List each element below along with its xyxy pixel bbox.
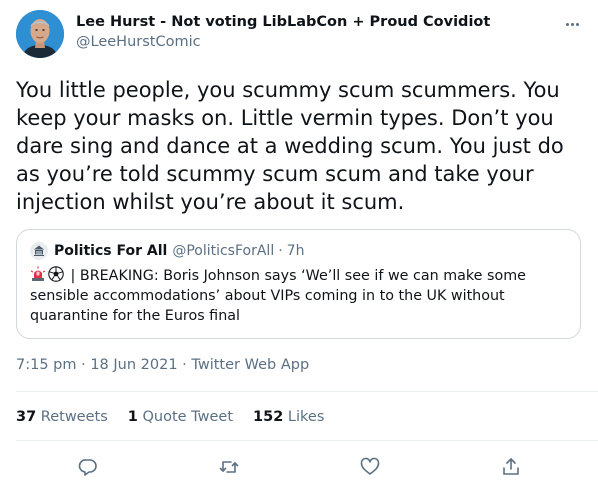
author-handle[interactable]: @LeeHurstComic	[76, 34, 490, 50]
avatar[interactable]	[16, 10, 64, 58]
quote-tweets-count: 1	[127, 409, 138, 425]
police-light-icon	[30, 266, 46, 281]
quoted-tweet-header: Politics For All @PoliticsForAll · 7h	[30, 242, 304, 260]
tweet-time-link[interactable]: 7:15 pm	[16, 357, 77, 373]
divider	[16, 440, 598, 441]
meta-separator: ·	[81, 357, 86, 373]
retweets-count: 37	[16, 409, 37, 425]
quote-tweets-stat[interactable]: 1 Quote Tweet	[128, 409, 233, 425]
retweet-icon[interactable]	[216, 454, 242, 480]
quote-tweets-label: Quote Tweet	[142, 409, 234, 425]
quoted-author-name: Politics For All	[54, 243, 168, 259]
author-photo	[16, 10, 64, 58]
quoted-tweet-body: | BREAKING: Boris Johnson says ‘We’ll se…	[30, 268, 526, 324]
retweets-stat[interactable]: 37 Retweets	[16, 409, 108, 425]
author-name[interactable]: Lee Hurst - Not voting LibLabCon + Proud…	[76, 14, 490, 30]
more-options-icon[interactable]	[562, 14, 582, 34]
author-info: Lee Hurst - Not voting LibLabCon + Proud…	[76, 14, 490, 50]
likes-count: 152	[253, 409, 284, 425]
quoted-timestamp: 7h	[286, 243, 305, 259]
quoted-tweet-text: | BREAKING: Boris Johnson says ‘We’ll se…	[30, 266, 565, 326]
meta-separator: ·	[182, 357, 187, 373]
tweet-date-link[interactable]: 18 Jun 2021	[90, 357, 177, 373]
quoted-tweet[interactable]: Politics For All @PoliticsForAll · 7h | …	[16, 229, 581, 339]
tweet-text: You little people, you scummy scum scumm…	[16, 78, 564, 214]
tweet-meta: 7:15 pm · 18 Jun 2021 · Twitter Web App	[16, 357, 309, 373]
soccer-ball-icon	[48, 266, 64, 282]
retweets-label: Retweets	[40, 409, 108, 425]
share-icon[interactable]	[498, 454, 524, 480]
tweet-stats: 37 Retweets 1 Quote Tweet 152 Likes	[16, 409, 344, 425]
quoted-author-handle: @PoliticsForAll	[172, 243, 275, 259]
reply-icon[interactable]	[75, 454, 101, 480]
likes-stat[interactable]: 152 Likes	[253, 409, 324, 425]
likes-label: Likes	[287, 409, 325, 425]
quoted-separator: ·	[278, 243, 283, 259]
tweet-source-link[interactable]: Twitter Web App	[191, 357, 309, 373]
divider	[16, 391, 598, 392]
like-icon[interactable]	[357, 454, 383, 480]
tweet-actions	[0, 454, 598, 480]
quoted-avatar-icon	[30, 242, 48, 260]
